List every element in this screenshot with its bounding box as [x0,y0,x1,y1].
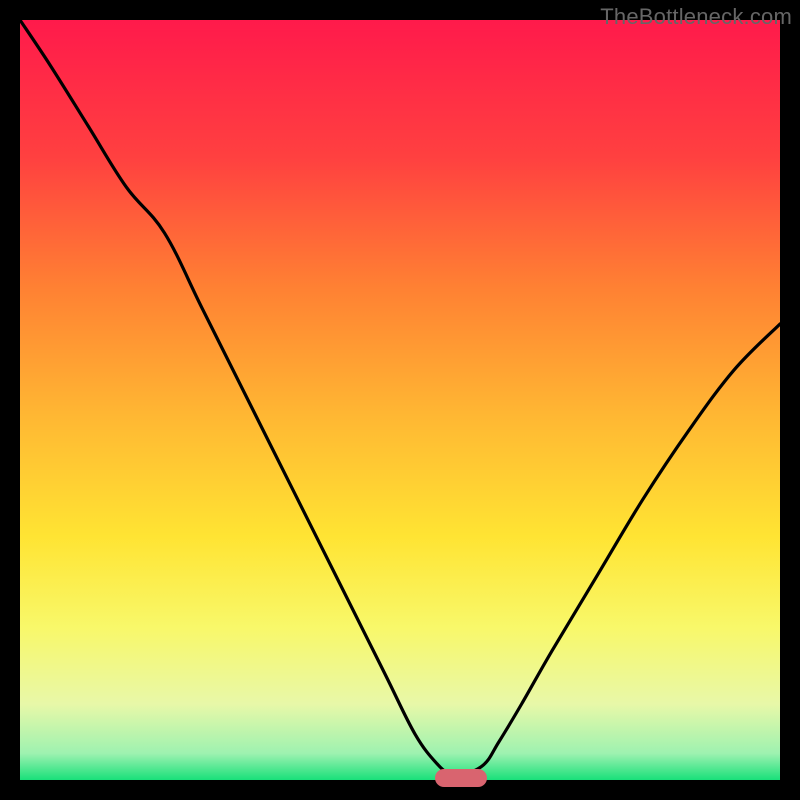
optimal-marker [435,769,487,787]
watermark-text: TheBottleneck.com [600,4,792,30]
chart-svg [20,20,780,780]
chart-container: TheBottleneck.com [0,0,800,800]
gradient-background [20,20,780,780]
plot-area [20,20,780,780]
